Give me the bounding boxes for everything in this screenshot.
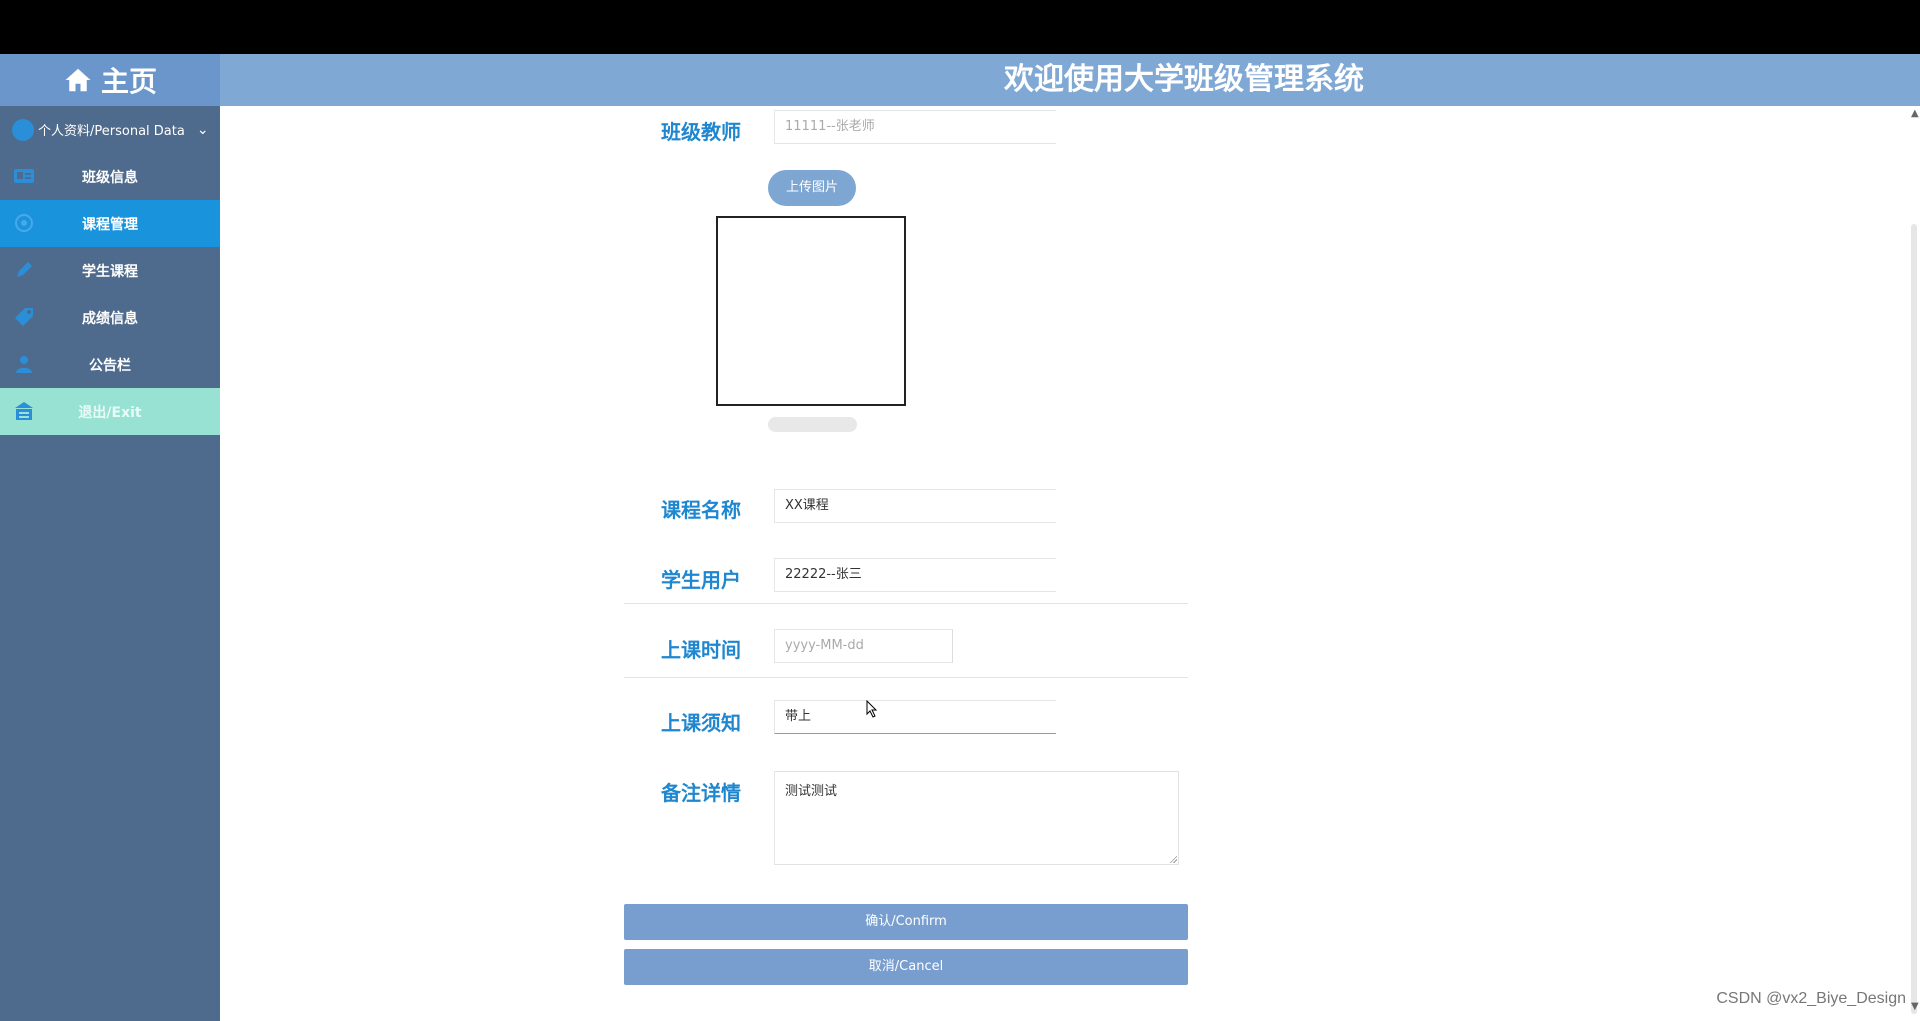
home-link[interactable]: 主页 bbox=[0, 54, 220, 106]
people-icon bbox=[12, 353, 36, 375]
sidebar-item-label: 学生课程 bbox=[82, 263, 138, 280]
divider bbox=[624, 677, 1188, 678]
screen-top-bar bbox=[0, 0, 1920, 54]
sidebar-profile-label: 个人资料/Personal Data bbox=[38, 124, 185, 139]
teacher-label: 班级教师 bbox=[661, 120, 741, 144]
notice-label: 上课须知 bbox=[661, 711, 741, 735]
sidebar-item-label: 成绩信息 bbox=[82, 310, 138, 327]
sidebar-item-label: 课程管理 bbox=[82, 216, 138, 233]
scroll-down-arrow-icon[interactable]: ▼ bbox=[1911, 1001, 1919, 1012]
course-icon bbox=[12, 212, 36, 234]
image-preview-caption bbox=[768, 417, 857, 432]
sidebar-item-label: 班级信息 bbox=[82, 169, 138, 186]
pen-icon bbox=[12, 259, 36, 281]
main-content: 班级教师 11111--张老师 上传图片 课程名称 XX课程 学生用户 2222… bbox=[220, 106, 1900, 1021]
exit-icon bbox=[12, 400, 36, 422]
class-time-input[interactable]: yyyy-MM-dd bbox=[774, 629, 953, 663]
sidebar-item-exit[interactable]: 退出/Exit bbox=[0, 388, 220, 435]
page-title: 欢迎使用大学班级管理系统 bbox=[1004, 62, 1364, 97]
cancel-button[interactable]: 取消/Cancel bbox=[624, 949, 1188, 985]
sidebar-item-label: 退出/Exit bbox=[78, 404, 142, 421]
app-header: 主页 欢迎使用大学班级管理系统 bbox=[0, 54, 1920, 106]
vertical-scrollbar[interactable]: ▲ ▼ bbox=[1900, 106, 1920, 1021]
sidebar: 个人资料/Personal Data ⌄ 班级信息 课程管理 学生课程 成绩信息… bbox=[0, 106, 220, 1021]
id-card-icon bbox=[12, 165, 36, 187]
chevron-down-icon: ⌄ bbox=[196, 121, 209, 138]
remarks-textarea[interactable]: 测试测试 bbox=[774, 771, 1179, 865]
sidebar-item-class-info[interactable]: 班级信息 bbox=[0, 153, 220, 200]
scrollbar-thumb[interactable] bbox=[1911, 224, 1917, 1014]
confirm-button[interactable]: 确认/Confirm bbox=[624, 904, 1188, 940]
remarks-label: 备注详情 bbox=[661, 781, 741, 805]
notice-input[interactable]: 带上 bbox=[774, 700, 1056, 734]
divider bbox=[624, 603, 1188, 604]
remarks-text: 测试测试 bbox=[785, 784, 838, 799]
scroll-up-arrow-icon[interactable]: ▲ bbox=[1911, 108, 1919, 119]
student-user-input[interactable]: 22222--张三 bbox=[774, 558, 1056, 592]
course-name-label: 课程名称 bbox=[661, 498, 741, 522]
image-preview bbox=[716, 216, 906, 406]
watermark: CSDN @vx2_Biye_Design bbox=[1716, 990, 1906, 1007]
resize-handle-icon[interactable] bbox=[1169, 855, 1177, 863]
sidebar-profile-menu[interactable]: 个人资料/Personal Data ⌄ bbox=[0, 106, 220, 153]
teacher-field[interactable]: 11111--张老师 bbox=[774, 110, 1056, 144]
sidebar-item-grades[interactable]: 成绩信息 bbox=[0, 294, 220, 341]
user-icon bbox=[12, 118, 34, 141]
student-user-label: 学生用户 bbox=[661, 568, 741, 592]
class-time-label: 上课时间 bbox=[661, 638, 741, 662]
sidebar-item-course-management[interactable]: 课程管理 bbox=[0, 200, 220, 247]
course-name-input[interactable]: XX课程 bbox=[774, 489, 1056, 523]
upload-image-button[interactable]: 上传图片 bbox=[768, 170, 856, 206]
sidebar-item-bulletin[interactable]: 公告栏 bbox=[0, 341, 220, 388]
sidebar-item-student-courses[interactable]: 学生课程 bbox=[0, 247, 220, 294]
mouse-cursor-icon bbox=[866, 700, 878, 718]
home-label: 主页 bbox=[100, 65, 157, 98]
home-icon bbox=[65, 68, 91, 92]
tag-icon bbox=[12, 306, 36, 328]
sidebar-item-label: 公告栏 bbox=[89, 357, 131, 374]
